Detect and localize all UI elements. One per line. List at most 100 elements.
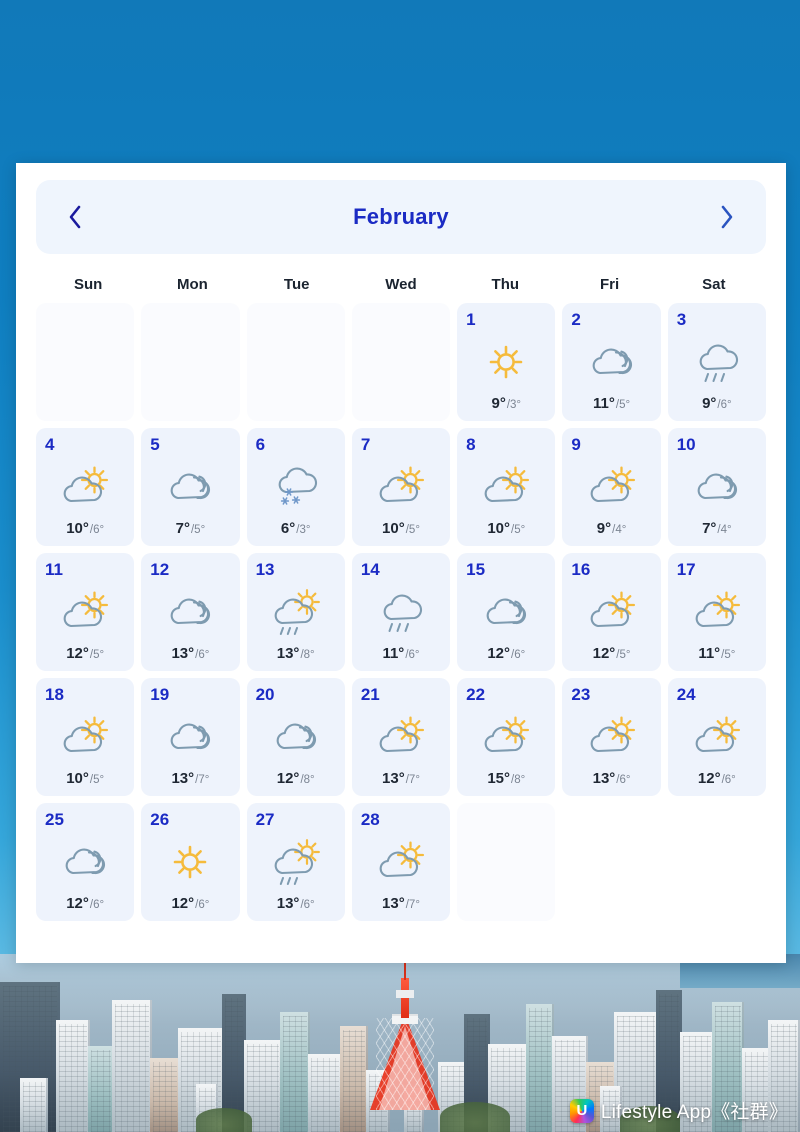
temperature-range: 12°/5° — [571, 646, 651, 664]
calendar-day-cell[interactable]: 25 12°/6° — [36, 803, 135, 921]
calendar-day-cell[interactable]: 28 13°/7° — [351, 803, 451, 921]
calendar-day-cell[interactable]: 7 10°/5° — [351, 428, 451, 546]
sun-icon — [150, 828, 230, 896]
high-temperature: 12° — [171, 895, 195, 912]
partly-sunny-icon — [45, 453, 125, 521]
calendar-day-cell[interactable]: 20 12°/8° — [246, 678, 345, 796]
partly-sunny-icon — [466, 703, 546, 771]
low-temperature: /6° — [195, 899, 210, 911]
cloudy-icon — [256, 703, 336, 771]
calendar-day-cell[interactable]: 12 13°/6° — [141, 553, 240, 671]
calendar-day-cell[interactable]: 4 10°/6° — [36, 428, 135, 546]
rain-icon — [361, 578, 441, 646]
calendar-day-cell[interactable]: 11 12°/5° — [36, 553, 135, 671]
high-temperature: 11° — [698, 645, 721, 662]
low-temperature: /8° — [300, 649, 315, 661]
calendar-cell-empty — [36, 303, 135, 421]
prev-month-button[interactable] — [58, 197, 92, 237]
calendar-day-cell[interactable]: 3 9°/6° — [667, 303, 766, 421]
high-temperature: 13° — [171, 770, 195, 787]
day-number: 5 — [150, 435, 160, 454]
calendar-day-cell[interactable]: 15 12°/6° — [457, 553, 556, 671]
temperature-range: 9°/4° — [571, 521, 651, 539]
high-temperature: 9° — [596, 520, 612, 537]
low-temperature: /6° — [195, 649, 210, 661]
low-temperature: /6° — [89, 899, 105, 911]
high-temperature: 9° — [491, 395, 506, 412]
day-number: 10 — [676, 435, 696, 454]
sun-rain-icon — [256, 828, 336, 896]
weekday-label-tue: Tue — [283, 276, 310, 293]
low-temperature: /4° — [717, 524, 732, 536]
calendar-day-cell[interactable]: 1 9°/3° — [457, 303, 556, 421]
temperature-range: 12°/6° — [677, 771, 757, 789]
high-temperature: 11° — [382, 645, 405, 662]
day-number: 7 — [360, 435, 371, 454]
tokyo-tower — [370, 962, 440, 1110]
sun-rain-icon — [256, 578, 336, 646]
day-number: 16 — [571, 560, 591, 579]
calendar-day-cell[interactable]: 16 12°/5° — [562, 553, 661, 671]
calendar-day-cell[interactable]: 6 6°/3° — [246, 428, 345, 546]
cloudy-icon — [45, 828, 125, 896]
partly-sunny-icon — [571, 703, 651, 771]
calendar-day-cell[interactable]: 5 7°/5° — [141, 428, 240, 546]
partly-sunny-icon — [45, 703, 125, 771]
calendar-day-cell[interactable]: 27 13°/6° — [246, 803, 345, 921]
high-temperature: 7° — [702, 520, 717, 537]
weekday-label-mon: Mon — [177, 276, 208, 293]
high-temperature: 13° — [592, 770, 616, 787]
day-number: 22 — [466, 685, 486, 704]
day-number: 14 — [360, 560, 380, 579]
calendar-cell-empty — [457, 803, 556, 921]
day-number: 19 — [150, 685, 170, 704]
calendar-day-cell[interactable]: 2 11°/5° — [562, 303, 661, 421]
calendar-day-cell[interactable]: 23 13°/6° — [562, 678, 661, 796]
high-temperature: 9° — [702, 395, 717, 412]
low-temperature: /7° — [405, 774, 420, 786]
calendar-day-cell[interactable]: 13 13°/8° — [246, 553, 345, 671]
calendar-day-cell[interactable]: 26 12°/6° — [141, 803, 240, 921]
temperature-range: 15°/8° — [466, 771, 546, 789]
weather-calendar-card: February Sun Mon Tue Wed Thu Fri Sat 1 9… — [16, 163, 786, 963]
temperature-range: 13°/7° — [150, 771, 230, 789]
calendar-day-cell[interactable]: 18 10°/5° — [36, 678, 135, 796]
cloudy-icon — [571, 328, 651, 396]
day-number: 28 — [360, 810, 380, 829]
calendar-day-cell[interactable]: 17 11°/5° — [667, 553, 766, 671]
calendar-day-cell[interactable]: 9 9°/4° — [562, 428, 661, 546]
next-month-button[interactable] — [710, 197, 744, 237]
temperature-range: 13°/6° — [150, 646, 230, 664]
cloudy-icon — [150, 453, 230, 521]
calendar-day-cell[interactable]: 14 11°/6° — [351, 553, 451, 671]
calendar-day-cell[interactable]: 19 13°/7° — [141, 678, 240, 796]
partly-sunny-icon — [677, 703, 757, 771]
calendar-day-cell[interactable]: 8 10°/5° — [457, 428, 556, 546]
calendar-day-cell[interactable]: 24 12°/6° — [667, 678, 766, 796]
low-temperature: /5° — [190, 524, 206, 536]
day-number: 4 — [45, 435, 55, 454]
high-temperature: 11° — [593, 395, 615, 412]
partly-sunny-icon — [677, 578, 757, 646]
low-temperature: /8° — [300, 774, 315, 786]
day-number: 3 — [676, 310, 687, 329]
calendar-day-cell[interactable]: 10 7°/4° — [667, 428, 766, 546]
low-temperature: /5° — [511, 524, 526, 536]
chevron-left-icon — [69, 205, 81, 229]
watermark: U Lifestyle App《社群》 — [569, 1097, 788, 1124]
temperature-range: 13°/6° — [571, 771, 651, 789]
calendar-day-cell[interactable]: 21 13°/7° — [351, 678, 451, 796]
low-temperature: /6° — [511, 649, 526, 661]
low-temperature: /6° — [300, 899, 315, 911]
high-temperature: 12° — [592, 645, 616, 662]
temperature-range: 12°/8° — [256, 771, 336, 789]
day-number: 21 — [360, 685, 380, 704]
temperature-range: 11°/5° — [571, 396, 651, 414]
calendar-day-cell[interactable]: 22 15°/8° — [457, 678, 556, 796]
day-number: 25 — [45, 810, 64, 829]
u-logo-icon: U — [569, 1098, 594, 1123]
day-number: 27 — [255, 810, 275, 829]
calendar-cell-empty — [141, 303, 240, 421]
partly-sunny-icon — [571, 578, 651, 646]
sun-icon — [466, 328, 546, 396]
